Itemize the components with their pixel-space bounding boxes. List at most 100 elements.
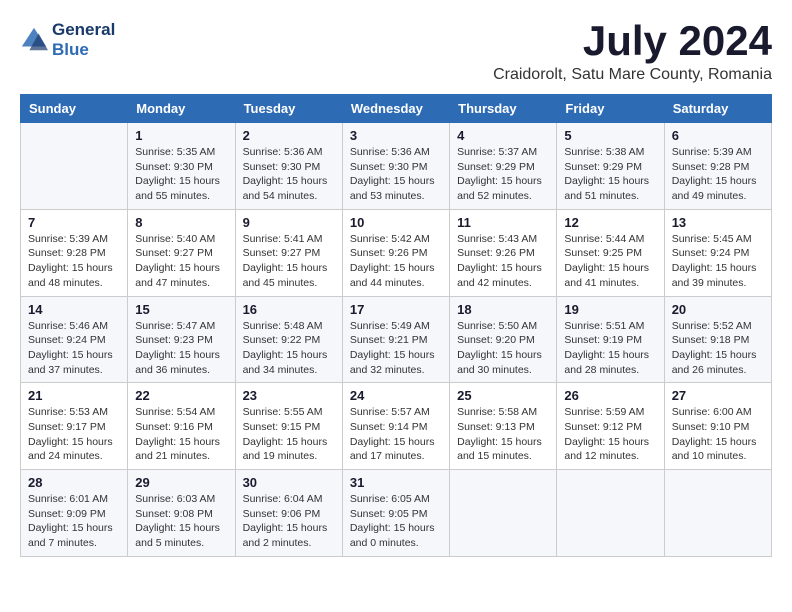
day-number: 14	[28, 302, 120, 317]
calendar-cell: 25 Sunrise: 5:58 AM Sunset: 9:13 PM Dayli…	[450, 383, 557, 470]
day-info: Sunrise: 5:59 AM Sunset: 9:12 PM Dayligh…	[564, 405, 656, 464]
month-year-title: July 2024	[493, 20, 772, 62]
calendar-cell: 31 Sunrise: 6:05 AM Sunset: 9:05 PM Dayli…	[342, 470, 449, 557]
day-number: 7	[28, 215, 120, 230]
day-number: 21	[28, 388, 120, 403]
day-number: 13	[672, 215, 764, 230]
calendar-cell: 2 Sunrise: 5:36 AM Sunset: 9:30 PM Daylig…	[235, 123, 342, 210]
day-info: Sunrise: 5:42 AM Sunset: 9:26 PM Dayligh…	[350, 232, 442, 291]
calendar-cell: 16 Sunrise: 5:48 AM Sunset: 9:22 PM Dayli…	[235, 296, 342, 383]
calendar-cell: 8 Sunrise: 5:40 AM Sunset: 9:27 PM Daylig…	[128, 209, 235, 296]
logo-icon	[20, 26, 48, 54]
day-number: 25	[457, 388, 549, 403]
day-info: Sunrise: 5:44 AM Sunset: 9:25 PM Dayligh…	[564, 232, 656, 291]
day-info: Sunrise: 5:41 AM Sunset: 9:27 PM Dayligh…	[243, 232, 335, 291]
day-number: 16	[243, 302, 335, 317]
day-number: 28	[28, 475, 120, 490]
calendar-cell: 6 Sunrise: 5:39 AM Sunset: 9:28 PM Daylig…	[664, 123, 771, 210]
calendar-cell: 9 Sunrise: 5:41 AM Sunset: 9:27 PM Daylig…	[235, 209, 342, 296]
weekday-header-friday: Friday	[557, 95, 664, 123]
day-info: Sunrise: 5:48 AM Sunset: 9:22 PM Dayligh…	[243, 319, 335, 378]
day-info: Sunrise: 5:39 AM Sunset: 9:28 PM Dayligh…	[28, 232, 120, 291]
calendar-cell: 17 Sunrise: 5:49 AM Sunset: 9:21 PM Dayli…	[342, 296, 449, 383]
calendar-cell: 4 Sunrise: 5:37 AM Sunset: 9:29 PM Daylig…	[450, 123, 557, 210]
day-number: 31	[350, 475, 442, 490]
calendar-cell: 19 Sunrise: 5:51 AM Sunset: 9:19 PM Dayli…	[557, 296, 664, 383]
day-number: 10	[350, 215, 442, 230]
day-number: 17	[350, 302, 442, 317]
calendar-cell: 29 Sunrise: 6:03 AM Sunset: 9:08 PM Dayli…	[128, 470, 235, 557]
calendar-cell: 30 Sunrise: 6:04 AM Sunset: 9:06 PM Dayli…	[235, 470, 342, 557]
weekday-header-row: SundayMondayTuesdayWednesdayThursdayFrid…	[21, 95, 772, 123]
day-info: Sunrise: 5:45 AM Sunset: 9:24 PM Dayligh…	[672, 232, 764, 291]
calendar-cell: 27Sunrise: 6:00 AM Sunset: 9:10 PM Dayli…	[664, 383, 771, 470]
day-number: 30	[243, 475, 335, 490]
calendar-cell	[664, 470, 771, 557]
weekday-header-monday: Monday	[128, 95, 235, 123]
logo: General Blue	[20, 20, 115, 60]
day-number: 29	[135, 475, 227, 490]
calendar-week-row: 7 Sunrise: 5:39 AM Sunset: 9:28 PM Daylig…	[21, 209, 772, 296]
day-info: Sunrise: 5:58 AM Sunset: 9:13 PM Dayligh…	[457, 405, 549, 464]
calendar-week-row: 1 Sunrise: 5:35 AM Sunset: 9:30 PM Daylig…	[21, 123, 772, 210]
calendar-cell: 1 Sunrise: 5:35 AM Sunset: 9:30 PM Daylig…	[128, 123, 235, 210]
day-info: Sunrise: 6:05 AM Sunset: 9:05 PM Dayligh…	[350, 492, 442, 551]
day-info: Sunrise: 6:01 AM Sunset: 9:09 PM Dayligh…	[28, 492, 120, 551]
calendar-week-row: 14 Sunrise: 5:46 AM Sunset: 9:24 PM Dayli…	[21, 296, 772, 383]
calendar-table: SundayMondayTuesdayWednesdayThursdayFrid…	[20, 94, 772, 557]
day-info: Sunrise: 6:03 AM Sunset: 9:08 PM Dayligh…	[135, 492, 227, 551]
day-info: Sunrise: 5:47 AM Sunset: 9:23 PM Dayligh…	[135, 319, 227, 378]
day-info: Sunrise: 5:40 AM Sunset: 9:27 PM Dayligh…	[135, 232, 227, 291]
calendar-cell: 26 Sunrise: 5:59 AM Sunset: 9:12 PM Dayli…	[557, 383, 664, 470]
day-info: Sunrise: 5:51 AM Sunset: 9:19 PM Dayligh…	[564, 319, 656, 378]
day-number: 8	[135, 215, 227, 230]
calendar-cell	[21, 123, 128, 210]
calendar-cell: 13 Sunrise: 5:45 AM Sunset: 9:24 PM Dayli…	[664, 209, 771, 296]
day-info: Sunrise: 5:39 AM Sunset: 9:28 PM Dayligh…	[672, 145, 764, 204]
day-info: Sunrise: 5:54 AM Sunset: 9:16 PM Dayligh…	[135, 405, 227, 464]
day-info: Sunrise: 5:38 AM Sunset: 9:29 PM Dayligh…	[564, 145, 656, 204]
day-number: 18	[457, 302, 549, 317]
day-number: 27	[672, 388, 764, 403]
weekday-header-sunday: Sunday	[21, 95, 128, 123]
day-number: 6	[672, 128, 764, 143]
calendar-cell: 15Sunrise: 5:47 AM Sunset: 9:23 PM Dayli…	[128, 296, 235, 383]
location-subtitle: Craidorolt, Satu Mare County, Romania	[493, 66, 772, 84]
day-info: Sunrise: 6:04 AM Sunset: 9:06 PM Dayligh…	[243, 492, 335, 551]
calendar-cell: 5Sunrise: 5:38 AM Sunset: 9:29 PM Daylig…	[557, 123, 664, 210]
day-number: 9	[243, 215, 335, 230]
logo-text-general: General	[52, 20, 115, 40]
day-info: Sunrise: 5:43 AM Sunset: 9:26 PM Dayligh…	[457, 232, 549, 291]
day-info: Sunrise: 5:53 AM Sunset: 9:17 PM Dayligh…	[28, 405, 120, 464]
day-number: 19	[564, 302, 656, 317]
day-info: Sunrise: 5:49 AM Sunset: 9:21 PM Dayligh…	[350, 319, 442, 378]
calendar-cell: 12Sunrise: 5:44 AM Sunset: 9:25 PM Dayli…	[557, 209, 664, 296]
title-section: July 2024 Craidorolt, Satu Mare County, …	[493, 20, 772, 84]
day-number: 26	[564, 388, 656, 403]
day-info: Sunrise: 5:46 AM Sunset: 9:24 PM Dayligh…	[28, 319, 120, 378]
calendar-week-row: 21 Sunrise: 5:53 AM Sunset: 9:17 PM Dayli…	[21, 383, 772, 470]
calendar-cell: 22Sunrise: 5:54 AM Sunset: 9:16 PM Dayli…	[128, 383, 235, 470]
calendar-cell: 11 Sunrise: 5:43 AM Sunset: 9:26 PM Dayli…	[450, 209, 557, 296]
day-number: 2	[243, 128, 335, 143]
day-info: Sunrise: 5:57 AM Sunset: 9:14 PM Dayligh…	[350, 405, 442, 464]
day-number: 3	[350, 128, 442, 143]
day-info: Sunrise: 5:36 AM Sunset: 9:30 PM Dayligh…	[243, 145, 335, 204]
day-info: Sunrise: 5:50 AM Sunset: 9:20 PM Dayligh…	[457, 319, 549, 378]
day-number: 1	[135, 128, 227, 143]
calendar-cell: 10 Sunrise: 5:42 AM Sunset: 9:26 PM Dayli…	[342, 209, 449, 296]
weekday-header-wednesday: Wednesday	[342, 95, 449, 123]
logo-text-blue: Blue	[52, 40, 115, 60]
calendar-cell: 21 Sunrise: 5:53 AM Sunset: 9:17 PM Dayli…	[21, 383, 128, 470]
calendar-cell: 3 Sunrise: 5:36 AM Sunset: 9:30 PM Daylig…	[342, 123, 449, 210]
day-number: 11	[457, 215, 549, 230]
calendar-cell: 14 Sunrise: 5:46 AM Sunset: 9:24 PM Dayli…	[21, 296, 128, 383]
calendar-cell: 7 Sunrise: 5:39 AM Sunset: 9:28 PM Daylig…	[21, 209, 128, 296]
day-info: Sunrise: 5:37 AM Sunset: 9:29 PM Dayligh…	[457, 145, 549, 204]
day-number: 23	[243, 388, 335, 403]
day-info: Sunrise: 5:36 AM Sunset: 9:30 PM Dayligh…	[350, 145, 442, 204]
day-info: Sunrise: 5:35 AM Sunset: 9:30 PM Dayligh…	[135, 145, 227, 204]
calendar-week-row: 28 Sunrise: 6:01 AM Sunset: 9:09 PM Dayli…	[21, 470, 772, 557]
day-number: 4	[457, 128, 549, 143]
calendar-cell: 28 Sunrise: 6:01 AM Sunset: 9:09 PM Dayli…	[21, 470, 128, 557]
